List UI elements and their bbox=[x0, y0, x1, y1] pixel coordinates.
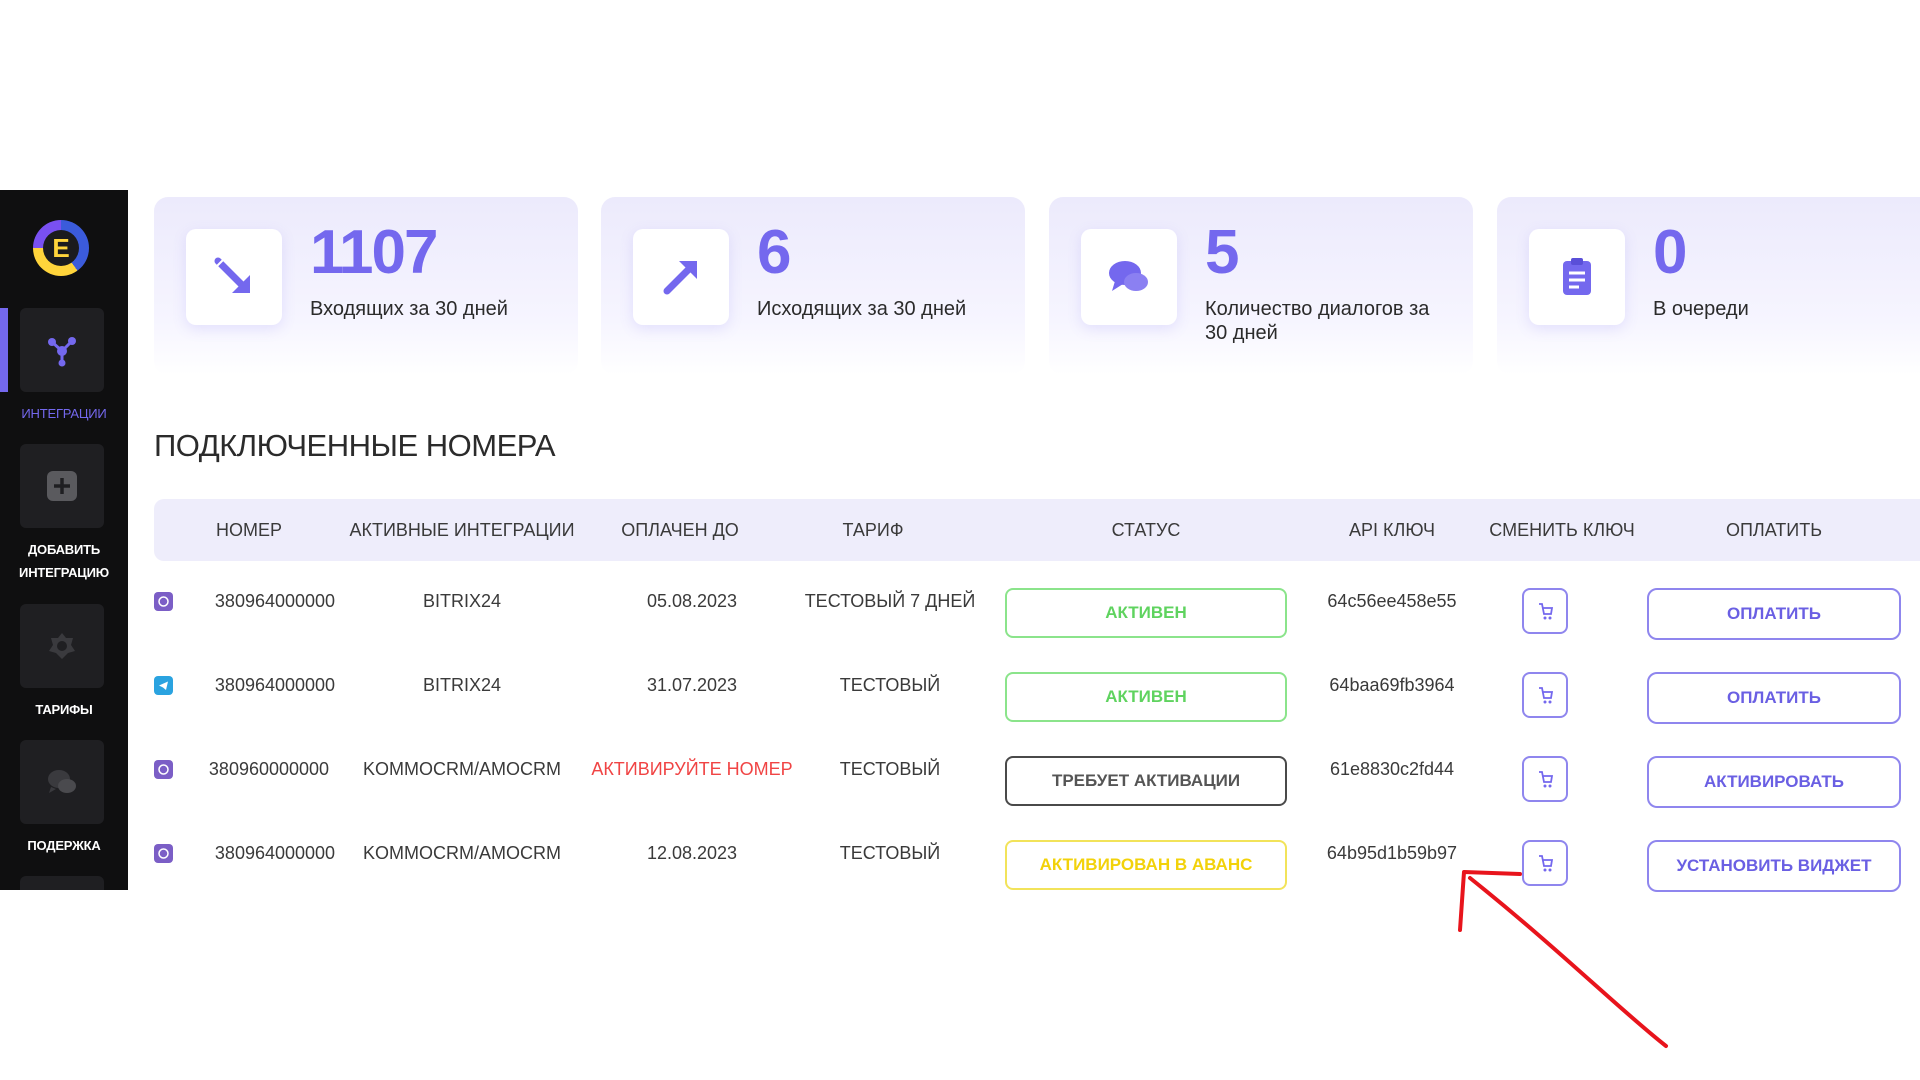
table-row: 380964000000 BITRIX24 05.08.2023 ТЕСТОВЫ… bbox=[0, 559, 1920, 643]
app-logo[interactable]: E bbox=[33, 220, 89, 276]
tariff: ТЕСТОВЫЙ 7 ДНЕЙ bbox=[804, 591, 976, 611]
column-header-status: СТАТУС bbox=[1111, 520, 1181, 540]
integration-name: BITRIX24 bbox=[422, 675, 502, 695]
viber-icon bbox=[154, 760, 173, 779]
active-indicator bbox=[0, 308, 8, 392]
tariff: ТЕСТОВЫЙ bbox=[839, 675, 941, 695]
status-badge: АКТИВЕН bbox=[1005, 588, 1287, 638]
stat-card-queue: 0 В очереди bbox=[1497, 197, 1920, 375]
activate-number-notice: АКТИВИРУЙТЕ НОМЕР bbox=[591, 759, 793, 779]
viber-icon bbox=[154, 844, 173, 863]
logo-letter: E bbox=[43, 230, 79, 266]
plus-square-icon bbox=[20, 444, 104, 528]
integration-name: KOMMOCRM/AMOCRM bbox=[363, 843, 561, 863]
stat-card-incoming: 1107 Входящих за 30 дней bbox=[154, 197, 578, 375]
phone-number: 380960000000 bbox=[208, 759, 330, 779]
column-header-api-key: API КЛЮЧ bbox=[1349, 520, 1435, 540]
column-header-change-key: СМЕНИТЬ КЛЮЧ bbox=[1489, 520, 1635, 540]
tariff: ТЕСТОВЫЙ bbox=[839, 843, 941, 863]
telegram-icon bbox=[154, 676, 173, 695]
incoming-arrow-icon bbox=[186, 229, 282, 325]
stat-value: 1107 bbox=[310, 218, 439, 287]
change-key-button[interactable] bbox=[1522, 756, 1568, 802]
integration-name: KOMMOCRM/AMOCRM bbox=[363, 759, 561, 779]
table-row: 380960000000 KOMMOCRM/AMOCRM АКТИВИРУЙТЕ… bbox=[0, 727, 1920, 811]
change-key-button[interactable] bbox=[1522, 588, 1568, 634]
status-badge: АКТИВЕН bbox=[1005, 672, 1287, 722]
phone-number: 380964000000 bbox=[214, 675, 336, 695]
paid-until: 12.08.2023 bbox=[646, 843, 738, 863]
api-key: 64c56ee458e55 bbox=[1327, 591, 1457, 611]
stat-value: 5 bbox=[1205, 218, 1240, 287]
stat-value: 6 bbox=[757, 218, 792, 287]
paid-until: 31.07.2023 bbox=[646, 675, 738, 695]
stat-label: В очереди bbox=[1653, 298, 1749, 320]
stat-label: Количество диалогов за 30 дней bbox=[1205, 298, 1430, 344]
stat-card-outgoing: 6 Исходящих за 30 дней bbox=[601, 197, 1025, 375]
chat-icon bbox=[1081, 229, 1177, 325]
column-header-pay: ОПЛАТИТЬ bbox=[1725, 520, 1823, 540]
activate-button[interactable]: АКТИВИРОВАТЬ bbox=[1647, 756, 1901, 808]
pay-button[interactable]: ОПЛАТИТЬ bbox=[1647, 672, 1901, 724]
outgoing-arrow-icon bbox=[633, 229, 729, 325]
status-badge: ТРЕБУЕТ АКТИВАЦИИ bbox=[1005, 756, 1287, 806]
api-key: 64baa69fb3964 bbox=[1329, 675, 1455, 695]
integration-name: BITRIX24 bbox=[422, 591, 502, 611]
viber-icon bbox=[154, 592, 173, 611]
tariff: ТЕСТОВЫЙ bbox=[839, 759, 941, 779]
section-title: ПОДКЛЮЧЕННЫЕ НОМЕРА bbox=[154, 428, 556, 463]
phone-number: 380964000000 bbox=[214, 843, 336, 863]
phone-number: 380964000000 bbox=[214, 591, 336, 611]
column-header-number: НОМЕР bbox=[215, 520, 282, 540]
column-header-tariff: ТАРИФ bbox=[842, 520, 904, 540]
stat-label: Исходящих за 30 дней bbox=[757, 298, 967, 320]
status-badge: АКТИВИРОВАН В АВАНС bbox=[1005, 840, 1287, 890]
share-icon bbox=[20, 308, 104, 392]
stat-label: Входящих за 30 дней bbox=[310, 298, 508, 320]
table-row: 380964000000 BITRIX24 31.07.2023 ТЕСТОВЫ… bbox=[0, 643, 1920, 727]
key-refresh-icon bbox=[1539, 687, 1554, 704]
clipboard-icon bbox=[1529, 229, 1625, 325]
column-header-paid-until: ОПЛАЧЕН ДО bbox=[621, 520, 739, 540]
column-header-integrations: АКТИВНЫЕ ИНТЕГРАЦИИ bbox=[349, 520, 575, 540]
stat-value: 0 bbox=[1653, 218, 1688, 287]
stat-card-dialogs: 5 Количество диалогов за 30 дней bbox=[1049, 197, 1473, 375]
annotation-arrow bbox=[1458, 870, 1668, 1048]
api-key: 61e8830c2fd44 bbox=[1329, 759, 1455, 779]
key-refresh-icon bbox=[1539, 771, 1554, 788]
paid-until: 05.08.2023 bbox=[646, 591, 738, 611]
key-refresh-icon bbox=[1539, 603, 1554, 620]
sidebar-item-label: ИНТЕГРАЦИИ bbox=[21, 406, 107, 421]
pay-button[interactable]: ОПЛАТИТЬ bbox=[1647, 588, 1901, 640]
change-key-button[interactable] bbox=[1522, 672, 1568, 718]
api-key: 64b95d1b59b97 bbox=[1326, 843, 1458, 863]
table-header: НОМЕР АКТИВНЫЕ ИНТЕГРАЦИИ ОПЛАЧЕН ДО ТАР… bbox=[154, 499, 1920, 561]
